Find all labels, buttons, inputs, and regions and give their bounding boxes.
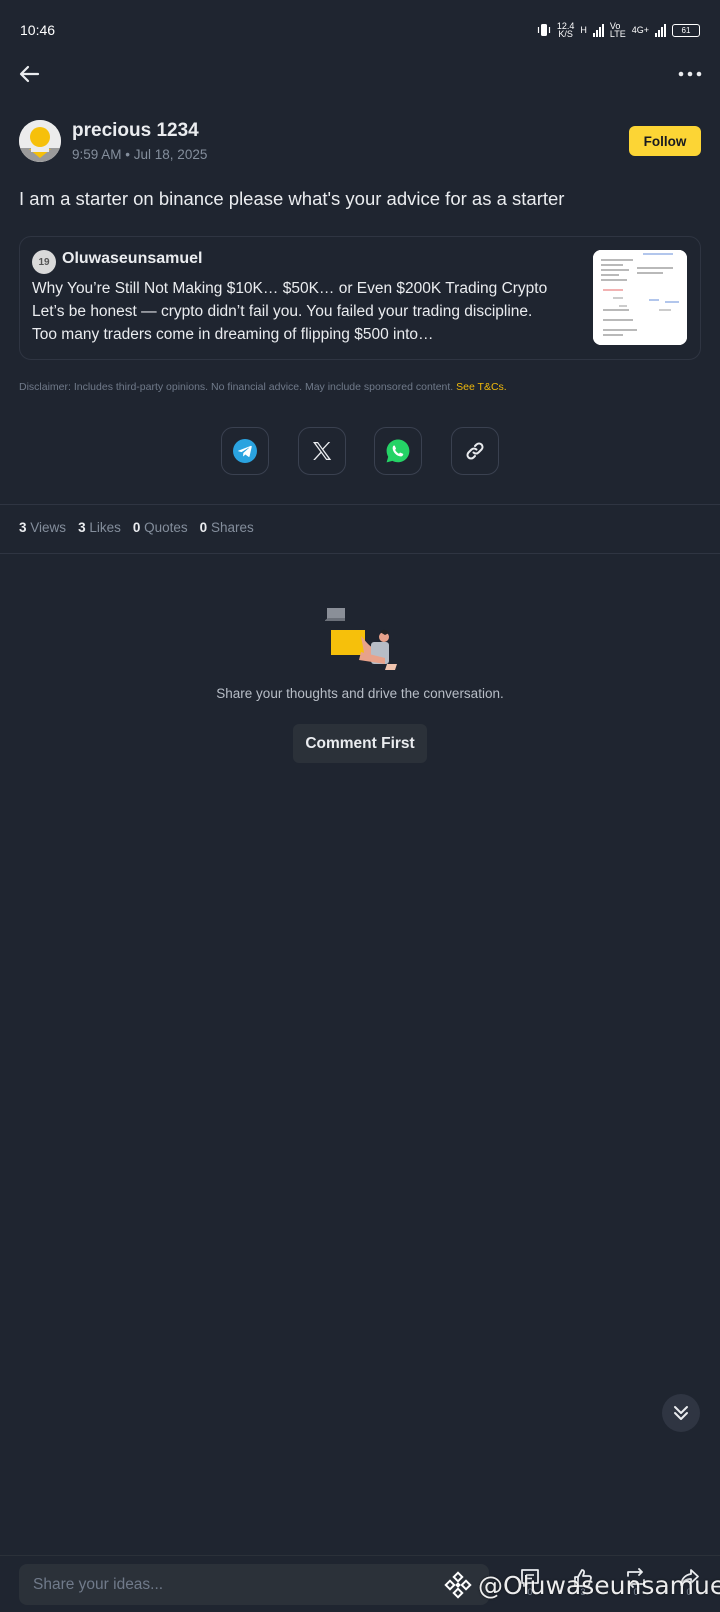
quoted-author-avatar-text: 19 <box>38 256 50 268</box>
net-speed: 12.4 K/S <box>556 21 575 39</box>
quoted-post-thumbnail <box>593 250 687 345</box>
share-telegram-button[interactable] <box>221 427 269 475</box>
avatar-icon <box>19 120 61 162</box>
stat-quotes[interactable]: 0 Quotes <box>133 520 188 535</box>
likes-count: 3 <box>78 520 86 535</box>
disclaimer-text: Disclaimer: Includes third-party opinion… <box>19 381 454 393</box>
post-text: I am a starter on binance please what's … <box>19 188 565 209</box>
quotes-count: 0 <box>132 520 141 535</box>
views-count: 3 <box>19 520 27 535</box>
share-whatsapp-button[interactable] <box>374 427 422 475</box>
stat-likes[interactable]: 3 Likes <box>78 520 121 535</box>
scroll-down-button[interactable] <box>662 1394 700 1432</box>
signal-icon-2 <box>655 23 666 37</box>
signal-icon <box>592 23 604 37</box>
author-name[interactable]: precious 1234 <box>72 120 199 142</box>
arrow-left-icon <box>19 65 40 83</box>
status-bar: 10:46 12.4 K/S H Vo LTE 4G+ 61 <box>0 0 720 60</box>
watermark-text: @Oluwaseunsamuel <box>478 1570 720 1600</box>
author-row: precious 1234 9:59 AM • Jul 18, 2025 Fol… <box>19 120 701 164</box>
quoted-post-body: Why You’re Still Not Making $10K… $50K… … <box>32 280 548 343</box>
back-button[interactable] <box>16 60 44 88</box>
quoted-author-name[interactable]: Oluwaseunsamuel <box>62 250 203 268</box>
shares-count: 0 <box>199 520 208 535</box>
empty-comments-illustration <box>324 606 397 670</box>
post-stats: 3 Views 3 Likes 0 Quotes 0 Shares <box>19 520 254 535</box>
double-chevron-down-icon <box>674 1406 688 1420</box>
likes-label: Likes <box>89 520 121 535</box>
follow-button[interactable]: Follow <box>629 126 701 156</box>
empty-comments-text: Share your thoughts and drive the conver… <box>216 686 504 701</box>
comment-first-button[interactable]: Comment First <box>293 724 427 763</box>
watermark: @Oluwaseunsamuel <box>444 1567 720 1603</box>
share-ideas-input[interactable] <box>19 1564 489 1605</box>
quoted-author-avatar: 19 <box>32 250 56 274</box>
terms-link[interactable]: See T&Cs. <box>456 381 507 393</box>
stat-views[interactable]: 3 Views <box>19 520 66 535</box>
stat-shares[interactable]: 0 Shares <box>200 520 254 535</box>
thumbnail-image <box>593 250 687 345</box>
x-icon <box>313 442 332 460</box>
quoted-post-card[interactable]: 19 Oluwaseunsamuel Why You’re Still Not … <box>19 236 701 360</box>
status-icons: 12.4 K/S H Vo LTE 4G+ 61 <box>537 21 700 39</box>
volte-indicator: Vo LTE <box>609 21 626 39</box>
battery-icon: 61 <box>672 23 700 37</box>
telegram-icon <box>233 439 257 463</box>
copy-link-button[interactable] <box>451 427 499 475</box>
conversation-illustration-icon <box>324 608 397 670</box>
quotes-label: Quotes <box>144 520 188 535</box>
network-type: H <box>580 25 587 35</box>
post-meta: 9:59 AM • Jul 18, 2025 <box>72 147 207 162</box>
meta-separator: • <box>125 147 134 162</box>
divider-top <box>0 504 720 505</box>
share-row <box>0 427 720 475</box>
binance-logo-icon <box>444 1571 472 1599</box>
post-time: 9:59 AM <box>72 147 122 162</box>
more-button[interactable] <box>676 60 704 88</box>
top-bar <box>0 58 720 90</box>
divider-bottom <box>0 553 720 554</box>
status-time: 10:46 <box>20 22 56 38</box>
shares-label: Shares <box>210 520 254 535</box>
post-date: Jul 18, 2025 <box>133 147 208 162</box>
more-horizontal-icon <box>678 71 702 77</box>
link-icon <box>466 442 484 460</box>
vibrate-icon <box>537 24 550 36</box>
whatsapp-icon <box>386 439 410 463</box>
disclaimer: Disclaimer: Includes third-party opinion… <box>19 381 701 393</box>
author-avatar[interactable] <box>19 120 61 162</box>
share-x-button[interactable] <box>298 427 346 475</box>
lte-indicator: 4G+ <box>631 25 649 35</box>
battery-level: 61 <box>681 25 691 35</box>
views-label: Views <box>30 520 67 535</box>
